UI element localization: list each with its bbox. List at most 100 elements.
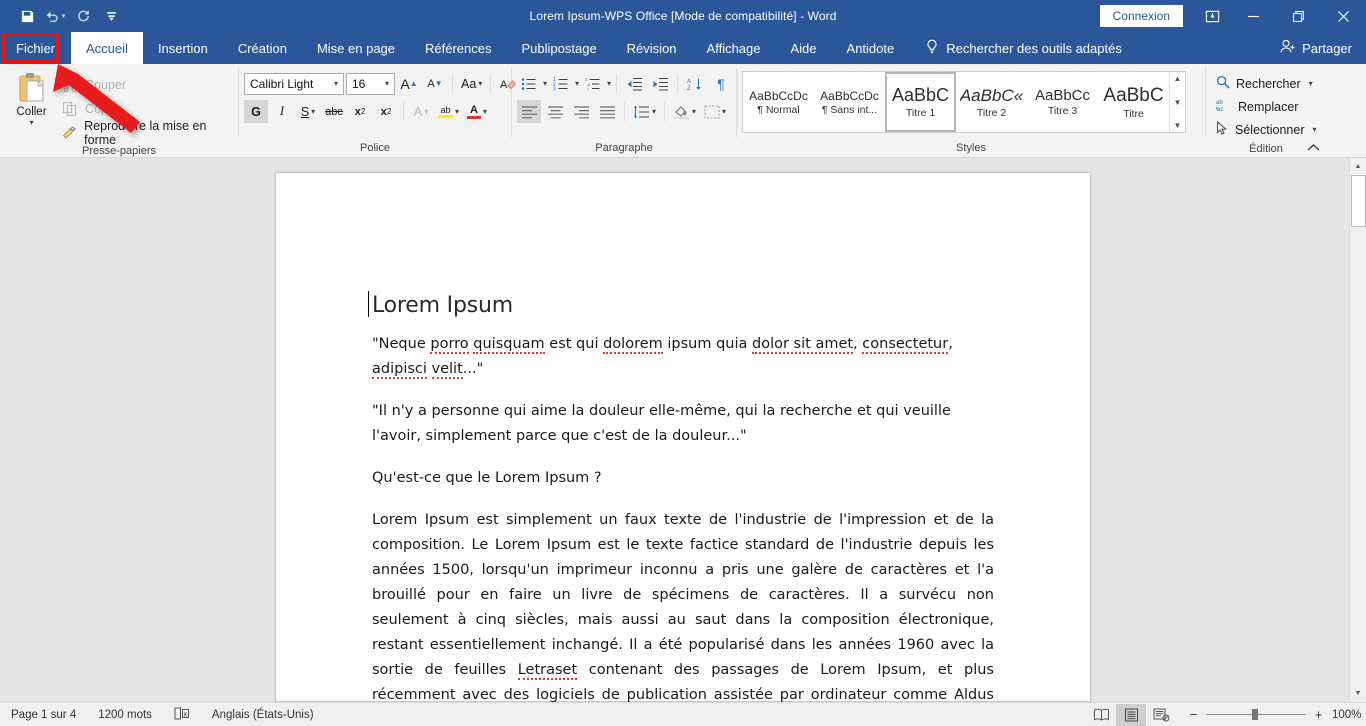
vertical-scrollbar[interactable]: ▲ ▼: [1349, 158, 1366, 702]
customize-qat-icon[interactable]: [98, 4, 124, 28]
tab-insertion[interactable]: Insertion: [143, 32, 223, 64]
zoom-out-button[interactable]: −: [1188, 707, 1199, 722]
style-titre-3[interactable]: AaBbCc Titre 3: [1027, 72, 1098, 132]
tab-revision[interactable]: Révision: [612, 32, 692, 64]
copy-button[interactable]: Copier: [58, 98, 233, 119]
zoom-slider-thumb[interactable]: [1252, 709, 1258, 720]
replace-icon: ab ac: [1215, 98, 1232, 115]
tab-antidote[interactable]: Antidote: [832, 32, 910, 64]
align-center-button[interactable]: [543, 100, 567, 123]
scrollbar-track[interactable]: [1350, 175, 1366, 685]
proofing-errors-icon[interactable]: x: [163, 707, 201, 723]
paste-button[interactable]: Coller ▾: [5, 69, 58, 127]
underline-button[interactable]: S ▾: [296, 100, 320, 123]
tab-mise-en-page[interactable]: Mise en page: [302, 32, 410, 64]
document-canvas[interactable]: Lorem Ipsum "Neque porro quisquam est qu…: [0, 158, 1366, 702]
web-layout-view-button[interactable]: [1146, 704, 1176, 726]
paste-dropdown-caret-icon[interactable]: ▾: [30, 119, 34, 127]
font-size-combo[interactable]: 16 ▾: [346, 72, 395, 95]
strikethrough-button[interactable]: abc: [322, 100, 346, 123]
zoom-in-button[interactable]: +: [1313, 707, 1324, 722]
numbered-list-button[interactable]: 123: [549, 72, 573, 95]
format-painter-button[interactable]: Reproduire la mise en forme: [58, 119, 233, 147]
superscript-button[interactable]: x2: [374, 100, 398, 123]
subscript-button[interactable]: x2: [348, 100, 372, 123]
change-case-button[interactable]: Aa ▾: [458, 72, 485, 95]
text-effects-label: A: [413, 104, 423, 119]
decrease-indent-button[interactable]: [622, 72, 646, 95]
document-paragraph[interactable]: "Neque porro quisquam est qui dolorem ip…: [372, 332, 994, 382]
increase-indent-button[interactable]: [648, 72, 672, 95]
language-indicator[interactable]: Anglais (États-Unis): [201, 709, 325, 721]
cut-button[interactable]: Couper: [58, 74, 233, 95]
scroll-up-arrow-icon[interactable]: ▲: [1349, 158, 1366, 175]
borders-button[interactable]: ▾: [701, 100, 729, 123]
tab-aide[interactable]: Aide: [776, 32, 832, 64]
ribbon-group-paragraph: ▾ 123 ▾ 1ai ▾ AZ ¶ ▾ ▾ ▾ Paragraphe: [512, 64, 736, 157]
align-left-button[interactable]: [517, 100, 541, 123]
zoom-control[interactable]: − +: [1176, 707, 1332, 722]
scrollbar-thumb[interactable]: [1350, 175, 1366, 227]
tab-accueil[interactable]: Accueil: [71, 32, 143, 64]
document-paragraph[interactable]: Qu'est-ce que le Lorem Ipsum ?: [372, 466, 994, 491]
font-color-button[interactable]: A ▾: [464, 100, 490, 123]
scroll-down-icon[interactable]: ▼: [1174, 98, 1182, 107]
word-count[interactable]: 1200 mots: [87, 709, 163, 721]
sort-button[interactable]: AZ: [683, 72, 707, 95]
font-name-combo[interactable]: Calibri Light ▾: [244, 72, 344, 95]
lightbulb-icon: [925, 39, 939, 57]
replace-button[interactable]: ab ac Remplacer: [1215, 95, 1298, 118]
italic-button[interactable]: I: [270, 100, 294, 123]
style-titre-1[interactable]: AaBbC Titre 1: [885, 72, 956, 132]
styles-more-icon[interactable]: ▼: [1174, 121, 1182, 130]
restore-button[interactable]: [1276, 0, 1321, 32]
close-button[interactable]: [1321, 0, 1366, 32]
read-mode-view-button[interactable]: [1086, 704, 1116, 726]
style-titre-2[interactable]: AaBbC« Titre 2: [956, 72, 1027, 132]
save-icon[interactable]: [14, 4, 40, 28]
zoom-level-label[interactable]: 100%: [1332, 709, 1366, 721]
multilevel-list-button[interactable]: 1ai: [581, 72, 605, 95]
redo-icon[interactable]: [70, 4, 96, 28]
styles-gallery-scroll[interactable]: ▲ ▼ ▼: [1169, 72, 1185, 132]
select-button[interactable]: Sélectionner ▾: [1216, 118, 1317, 141]
collapse-ribbon-icon[interactable]: [1307, 143, 1320, 155]
sign-in-button[interactable]: Connexion: [1099, 5, 1183, 27]
align-right-button[interactable]: [569, 100, 593, 123]
style-titre[interactable]: AaBbC Titre: [1098, 72, 1169, 132]
document-paragraph[interactable]: Lorem Ipsum est simplement un faux texte…: [372, 508, 994, 702]
find-button[interactable]: Rechercher ▾: [1216, 72, 1313, 95]
increase-font-size-button[interactable]: A ▲: [397, 72, 421, 95]
justify-button[interactable]: [595, 100, 619, 123]
document-heading[interactable]: Lorem Ipsum: [368, 291, 994, 318]
text-highlight-button[interactable]: ab ▾: [435, 100, 462, 123]
style-preview: AaBbC: [1103, 84, 1164, 106]
document-paragraph[interactable]: "Il n'y a personne qui aime la douleur e…: [372, 399, 994, 449]
ribbon-display-options-icon[interactable]: [1193, 0, 1231, 32]
tab-publipostage[interactable]: Publipostage: [507, 32, 612, 64]
minimize-button[interactable]: [1231, 0, 1276, 32]
style-sans-interligne[interactable]: AaBbCcDc ¶ Sans int...: [814, 72, 885, 132]
divider: [490, 74, 492, 93]
undo-icon[interactable]: ▾: [42, 4, 68, 28]
shading-button[interactable]: ▾: [670, 100, 699, 123]
line-spacing-button[interactable]: ▾: [630, 100, 659, 123]
tab-creation[interactable]: Création: [223, 32, 302, 64]
scroll-down-arrow-icon[interactable]: ▼: [1349, 685, 1366, 702]
style-normal[interactable]: AaBbCcDc ¶ Normal: [743, 72, 814, 132]
tell-me-search[interactable]: Rechercher des outils adaptés: [909, 32, 1132, 64]
show-formatting-marks-button[interactable]: ¶: [709, 72, 733, 95]
page-indicator[interactable]: Page 1 sur 4: [0, 709, 87, 721]
tab-affichage[interactable]: Affichage: [692, 32, 776, 64]
tab-references[interactable]: Références: [410, 32, 506, 64]
scroll-up-icon[interactable]: ▲: [1174, 74, 1182, 83]
text-effects-button[interactable]: A ▾: [409, 100, 433, 123]
bullet-list-button[interactable]: [517, 72, 541, 95]
tab-fichier[interactable]: Fichier: [0, 32, 71, 64]
decrease-font-size-button[interactable]: A ▼: [423, 72, 447, 95]
bold-button[interactable]: G: [244, 100, 268, 123]
share-button[interactable]: Partager: [1270, 32, 1366, 64]
print-layout-view-button[interactable]: [1116, 703, 1146, 726]
zoom-slider-track[interactable]: [1206, 709, 1306, 720]
document-page[interactable]: Lorem Ipsum "Neque porro quisquam est qu…: [275, 172, 1091, 702]
